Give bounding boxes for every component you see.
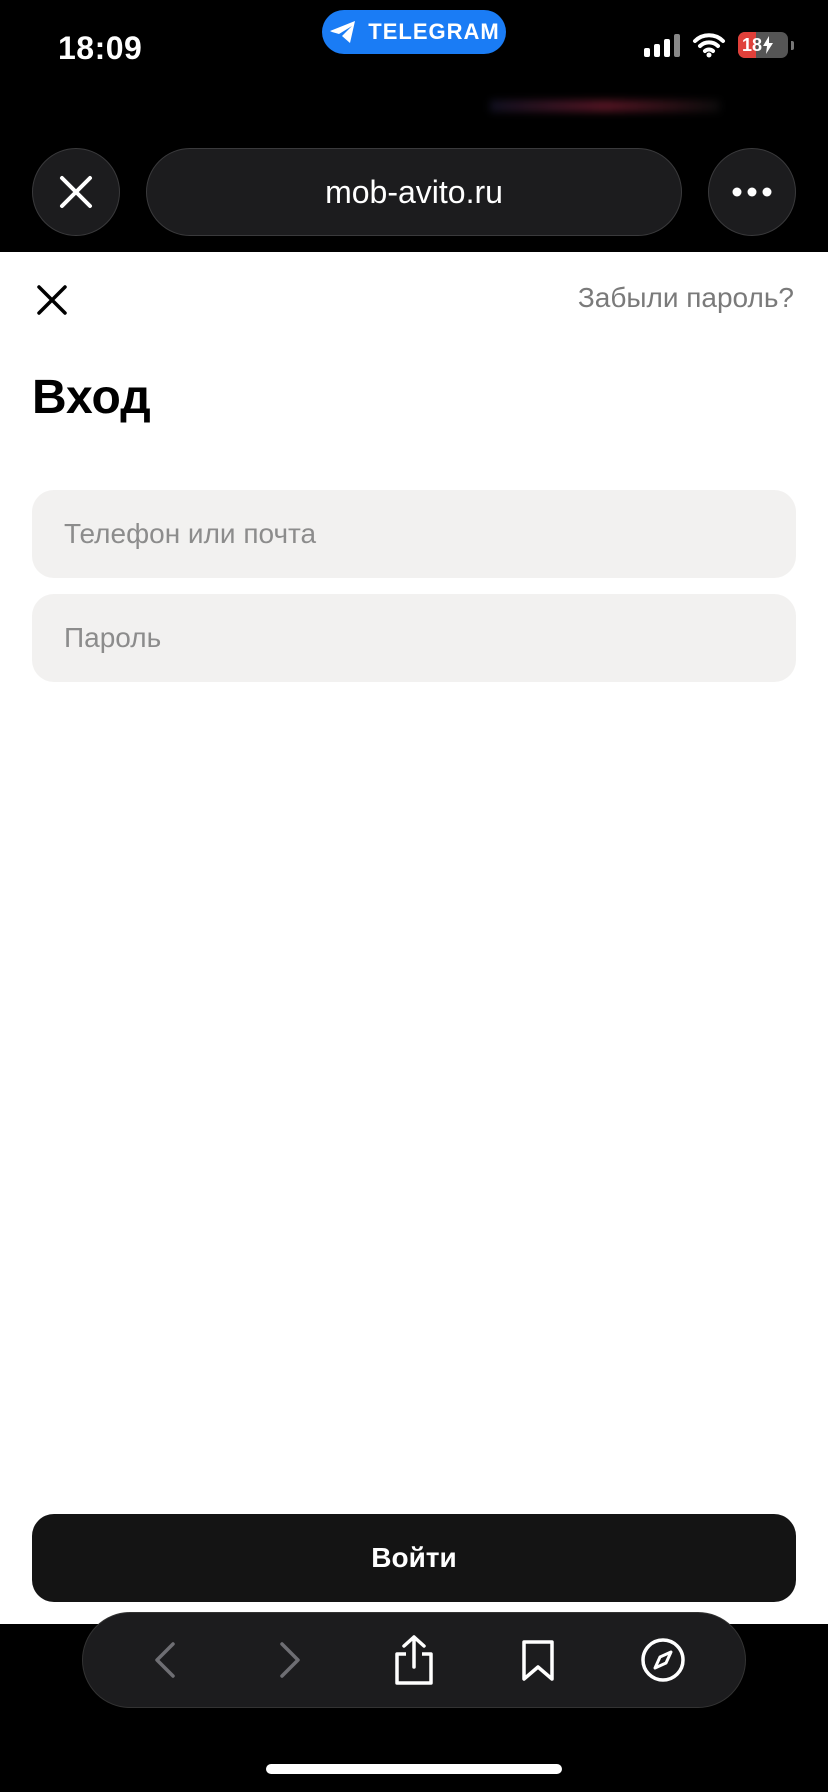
close-browser-button[interactable]: [32, 148, 120, 236]
telegram-pill-label: TELEGRAM: [368, 19, 500, 44]
forgot-password-link[interactable]: Забыли пароль?: [578, 282, 794, 314]
compass-icon: [641, 1638, 685, 1682]
close-login-button[interactable]: [30, 278, 74, 322]
background-blur-strip: [490, 100, 720, 112]
share-button[interactable]: [370, 1616, 458, 1704]
telegram-return-pill[interactable]: TELEGRAM: [322, 10, 506, 54]
wifi-icon: [693, 33, 725, 58]
login-page: Забыли пароль? Вход Войти: [0, 252, 828, 1624]
url-bar[interactable]: mob-avito.ru: [146, 148, 682, 236]
battery-charging-icon: 18: [738, 32, 788, 58]
home-indicator[interactable]: [266, 1764, 562, 1774]
signal-icon: [644, 33, 680, 57]
battery-percent: 18: [742, 34, 763, 55]
password-input[interactable]: [32, 594, 796, 682]
back-icon: [155, 1642, 175, 1678]
forward-button[interactable]: [246, 1616, 334, 1704]
bookmarks-button[interactable]: [494, 1616, 582, 1704]
forward-icon: [279, 1642, 300, 1678]
more-options-button[interactable]: [708, 148, 796, 236]
telegram-icon: [330, 21, 356, 43]
bookmarks-icon: [522, 1640, 555, 1681]
page-title: Вход: [32, 371, 151, 424]
more-icon: [732, 187, 772, 197]
phone-or-email-input[interactable]: [32, 490, 796, 578]
close-icon: [37, 285, 67, 315]
login-button[interactable]: Войти: [32, 1514, 796, 1602]
back-button[interactable]: [121, 1616, 209, 1704]
url-text: mob-avito.ru: [325, 173, 503, 210]
browser-toolbar: [82, 1612, 746, 1708]
open-in-browser-button[interactable]: [619, 1616, 707, 1704]
status-icons: 18: [644, 32, 794, 58]
share-icon: [395, 1635, 433, 1685]
status-time: 18:09: [58, 30, 143, 66]
close-icon: [60, 176, 92, 208]
